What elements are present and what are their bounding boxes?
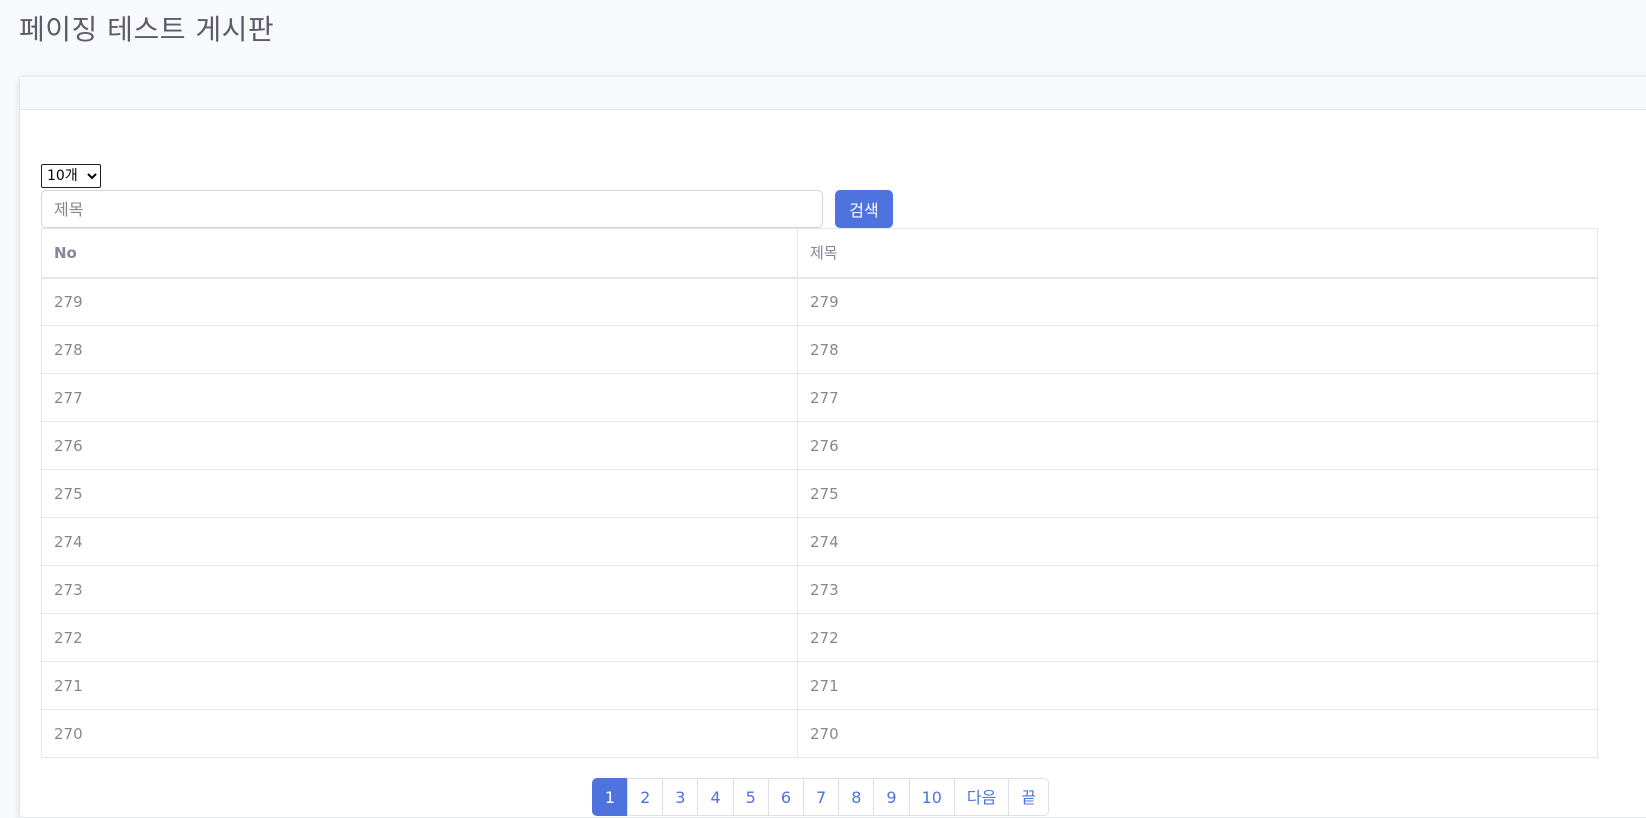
pagination-item: 4 xyxy=(697,778,734,816)
table-row[interactable]: 271 271 xyxy=(41,661,1598,710)
table-row[interactable]: 276 276 xyxy=(41,421,1598,470)
board-card: 10개 검색 No 제목 279 279 278 278 xyxy=(19,76,1646,818)
cell-title[interactable]: 275 xyxy=(797,469,1598,518)
cell-no: 270 xyxy=(41,709,798,758)
cell-title[interactable]: 273 xyxy=(797,565,1598,614)
pagination-item: 5 xyxy=(732,778,769,816)
page-link-10[interactable]: 10 xyxy=(908,778,955,816)
pagination-item: 끝 xyxy=(1008,778,1050,816)
card-header xyxy=(20,77,1646,110)
page-link-4[interactable]: 4 xyxy=(697,778,734,816)
page-link-3[interactable]: 3 xyxy=(662,778,699,816)
cell-title[interactable]: 271 xyxy=(797,661,1598,710)
page-link-5[interactable]: 5 xyxy=(732,778,769,816)
cell-title[interactable]: 274 xyxy=(797,517,1598,566)
cell-title[interactable]: 278 xyxy=(797,325,1598,374)
search-button[interactable]: 검색 xyxy=(835,190,893,228)
pagination-item: 8 xyxy=(838,778,875,816)
page-link-1[interactable]: 1 xyxy=(591,778,629,816)
table-row[interactable]: 274 274 xyxy=(41,517,1598,566)
table-row[interactable]: 275 275 xyxy=(41,469,1598,518)
pagination-item: 다음 xyxy=(953,778,1010,816)
page-link-9[interactable]: 9 xyxy=(873,778,910,816)
table-row[interactable]: 279 279 xyxy=(41,277,1598,326)
cell-title[interactable]: 272 xyxy=(797,613,1598,662)
table-row[interactable]: 278 278 xyxy=(41,325,1598,374)
table-row[interactable]: 273 273 xyxy=(41,565,1598,614)
cell-title[interactable]: 277 xyxy=(797,373,1598,422)
cell-no: 276 xyxy=(41,421,798,470)
column-header-title[interactable]: 제목 xyxy=(797,228,1598,279)
page-title: 페이징 테스트 게시판 xyxy=(19,13,275,46)
cell-title[interactable]: 270 xyxy=(797,709,1598,758)
page-link-next[interactable]: 다음 xyxy=(953,778,1010,816)
cell-title[interactable]: 276 xyxy=(797,421,1598,470)
page-size-select[interactable]: 10개 xyxy=(41,164,101,188)
page-link-2[interactable]: 2 xyxy=(627,778,664,816)
cell-no: 274 xyxy=(41,517,798,566)
pagination-list: 1 2 3 4 5 6 7 8 9 10 다음 끝 xyxy=(591,778,1050,816)
cell-no: 272 xyxy=(41,613,798,662)
table-row[interactable]: 270 270 xyxy=(41,709,1598,758)
cell-no: 271 xyxy=(41,661,798,710)
cell-title[interactable]: 279 xyxy=(797,277,1598,326)
pagination-item: 2 xyxy=(627,778,664,816)
cell-no: 275 xyxy=(41,469,798,518)
pagination-item: 3 xyxy=(662,778,699,816)
column-header-no[interactable]: No xyxy=(41,228,798,279)
table-row[interactable]: 277 277 xyxy=(41,373,1598,422)
table-header-row: No 제목 xyxy=(41,228,1598,279)
cell-no: 273 xyxy=(41,565,798,614)
page-link-last[interactable]: 끝 xyxy=(1008,778,1050,816)
cell-no: 279 xyxy=(41,277,798,326)
page-link-8[interactable]: 8 xyxy=(838,778,875,816)
board-table: No 제목 279 279 278 278 277 277 276 276 27… xyxy=(41,228,1598,758)
pagination-item: 9 xyxy=(873,778,910,816)
pagination-item: 1 xyxy=(591,778,629,816)
search-input[interactable] xyxy=(41,190,823,228)
cell-no: 277 xyxy=(41,373,798,422)
page-link-6[interactable]: 6 xyxy=(767,778,804,816)
pagination-item: 7 xyxy=(803,778,840,816)
cell-no: 278 xyxy=(41,325,798,374)
page-link-7[interactable]: 7 xyxy=(803,778,840,816)
pagination-item: 10 xyxy=(908,778,955,816)
pagination-item: 6 xyxy=(767,778,804,816)
table-row[interactable]: 272 272 xyxy=(41,613,1598,662)
pagination: 1 2 3 4 5 6 7 8 9 10 다음 끝 xyxy=(20,778,1621,816)
